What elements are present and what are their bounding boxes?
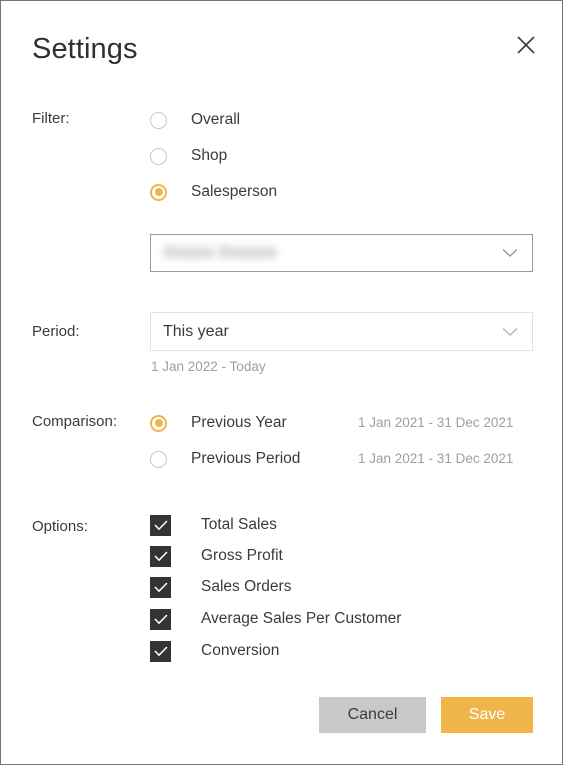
checkbox-average-sales-per-customer[interactable]	[150, 608, 171, 630]
period-label: Period:	[32, 323, 80, 340]
filter-option-label: Overall	[191, 111, 241, 128]
option-label: Sales Orders	[201, 578, 292, 595]
comparison-option-previous-period[interactable]: Previous Period	[150, 448, 300, 470]
checkbox-gross-profit[interactable]	[150, 545, 171, 567]
dialog-header: Settings	[1, 1, 562, 91]
comparison-range-text: 1 Jan 2021 - 31 Dec 2021	[358, 451, 514, 466]
checkbox-total-sales[interactable]	[150, 514, 171, 536]
radio-salesperson[interactable]	[150, 183, 167, 201]
comparison-range-text: 1 Jan 2021 - 31 Dec 2021	[358, 415, 514, 430]
checkbox-sales-orders[interactable]	[150, 576, 171, 598]
radio-previous-period[interactable]	[150, 450, 167, 468]
filter-label: Filter:	[32, 110, 70, 127]
checkbox-conversion[interactable]	[150, 640, 171, 662]
option-gross-profit[interactable]: Gross Profit	[150, 545, 283, 567]
cancel-button[interactable]: Cancel	[319, 697, 426, 733]
radio-shop[interactable]	[150, 147, 167, 165]
option-sales-orders[interactable]: Sales Orders	[150, 576, 291, 598]
option-total-sales[interactable]: Total Sales	[150, 514, 277, 536]
salesperson-select[interactable]: Xxxxxx Xxxxxxx	[150, 234, 533, 272]
filter-option-salesperson[interactable]: Salesperson	[150, 181, 277, 203]
filter-option-overall[interactable]: Overall	[150, 109, 240, 131]
filter-option-label: Shop	[191, 147, 228, 164]
page-title: Settings	[32, 33, 138, 65]
chevron-down-icon	[502, 248, 532, 258]
close-icon[interactable]	[512, 31, 540, 59]
option-average-sales-per-customer[interactable]: Average Sales Per Customer	[150, 608, 401, 630]
settings-dialog: Settings Filter: Overall Shop Salesperso…	[0, 0, 563, 765]
period-select-value: This year	[163, 322, 229, 340]
option-label: Average Sales Per Customer	[201, 610, 402, 627]
comparison-option-label: Previous Period	[191, 450, 301, 467]
save-button[interactable]: Save	[441, 697, 533, 733]
filter-option-shop[interactable]: Shop	[150, 145, 227, 167]
option-label: Total Sales	[201, 516, 277, 533]
option-label: Gross Profit	[201, 547, 283, 564]
options-label: Options:	[32, 518, 88, 535]
comparison-option-label: Previous Year	[191, 414, 287, 431]
period-select[interactable]: This year	[150, 312, 533, 351]
radio-previous-year[interactable]	[150, 414, 167, 432]
salesperson-select-value: Xxxxxx Xxxxxxx	[163, 244, 277, 261]
period-range-text: 1 Jan 2022 - Today	[151, 359, 266, 374]
filter-option-label: Salesperson	[191, 183, 278, 200]
option-label: Conversion	[201, 642, 280, 659]
chevron-down-icon	[502, 327, 532, 337]
comparison-label: Comparison:	[32, 413, 118, 430]
option-conversion[interactable]: Conversion	[150, 640, 279, 662]
radio-overall[interactable]	[150, 111, 167, 129]
comparison-option-previous-year[interactable]: Previous Year	[150, 412, 287, 434]
